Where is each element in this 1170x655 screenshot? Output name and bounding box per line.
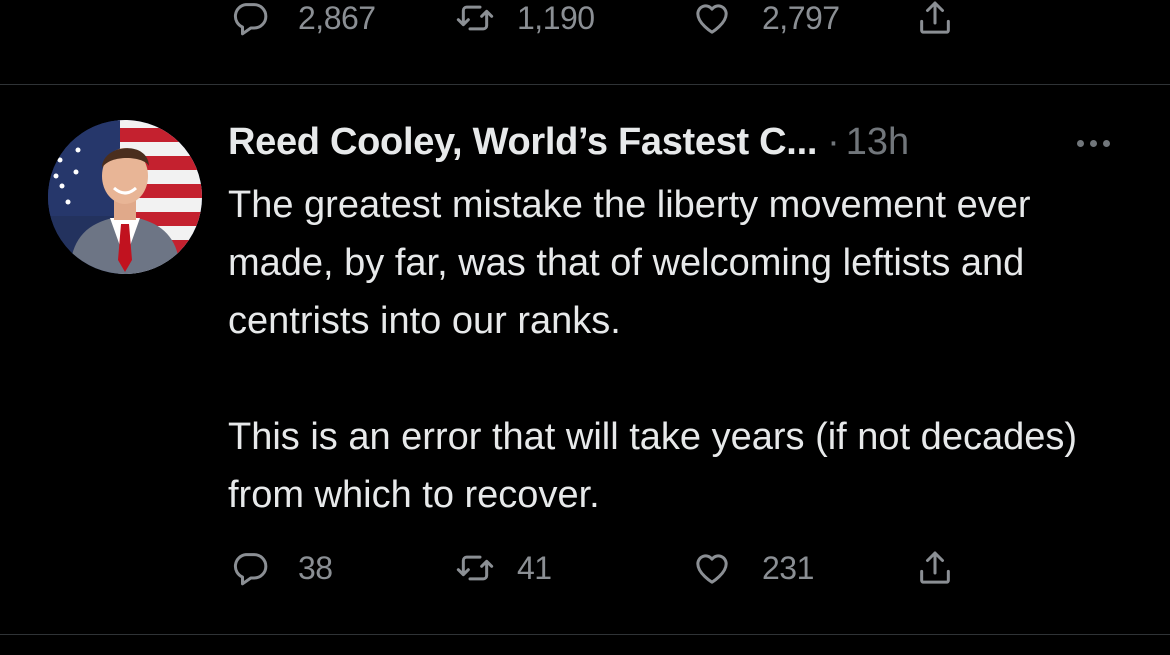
like-button[interactable]: 2,797 xyxy=(692,0,840,38)
timestamp[interactable]: 13h xyxy=(846,121,909,164)
more-options-icon[interactable] xyxy=(1068,128,1118,158)
share-icon xyxy=(920,551,950,584)
like-count: 231 xyxy=(762,549,814,586)
retweet-icon xyxy=(456,5,494,31)
reply-button[interactable]: 2,867 xyxy=(230,0,376,38)
previous-tweet-action-bar: 2,867 1,190 2,797 xyxy=(0,0,1170,40)
share-icon xyxy=(920,1,950,34)
meta-separator: · xyxy=(827,120,840,163)
reply-icon xyxy=(233,553,268,586)
profile-photo xyxy=(48,120,202,274)
tweet-action-bar: 38 41 231 xyxy=(0,548,1170,588)
heart-icon xyxy=(696,554,728,584)
tweet-text: The greatest mistake the liberty movemen… xyxy=(228,176,1128,524)
tweet-paragraph: This is an error that will take years (i… xyxy=(228,416,1078,516)
more-dot xyxy=(1102,139,1110,147)
tweet-paragraph: The greatest mistake the liberty movemen… xyxy=(228,184,1031,342)
reply-count: 2,867 xyxy=(298,0,376,36)
author-display-name[interactable]: Reed Cooley, World’s Fastest C... xyxy=(228,121,817,164)
like-count: 2,797 xyxy=(762,0,840,36)
retweet-icon xyxy=(456,555,494,581)
share-button[interactable] xyxy=(915,0,955,38)
tweet-divider xyxy=(0,84,1170,85)
retweet-count: 1,190 xyxy=(517,0,595,36)
tweet-divider xyxy=(0,634,1170,635)
retweet-count: 41 xyxy=(517,549,552,586)
reply-count: 38 xyxy=(298,549,333,586)
retweet-button[interactable]: 41 xyxy=(455,548,552,588)
more-dot xyxy=(1089,139,1097,147)
timeline: 2,867 1,190 2,797 Reed Cooley, World’s F… xyxy=(0,0,1170,655)
reply-button[interactable]: 38 xyxy=(230,548,333,588)
like-button[interactable]: 231 xyxy=(692,548,814,588)
tweet-header: Reed Cooley, World’s Fastest C... · 13h xyxy=(228,118,909,166)
avatar[interactable] xyxy=(48,120,202,274)
reply-icon xyxy=(233,3,268,36)
more-dot xyxy=(1076,139,1084,147)
heart-icon xyxy=(696,4,728,34)
retweet-button[interactable]: 1,190 xyxy=(455,0,595,38)
share-button[interactable] xyxy=(915,548,955,588)
